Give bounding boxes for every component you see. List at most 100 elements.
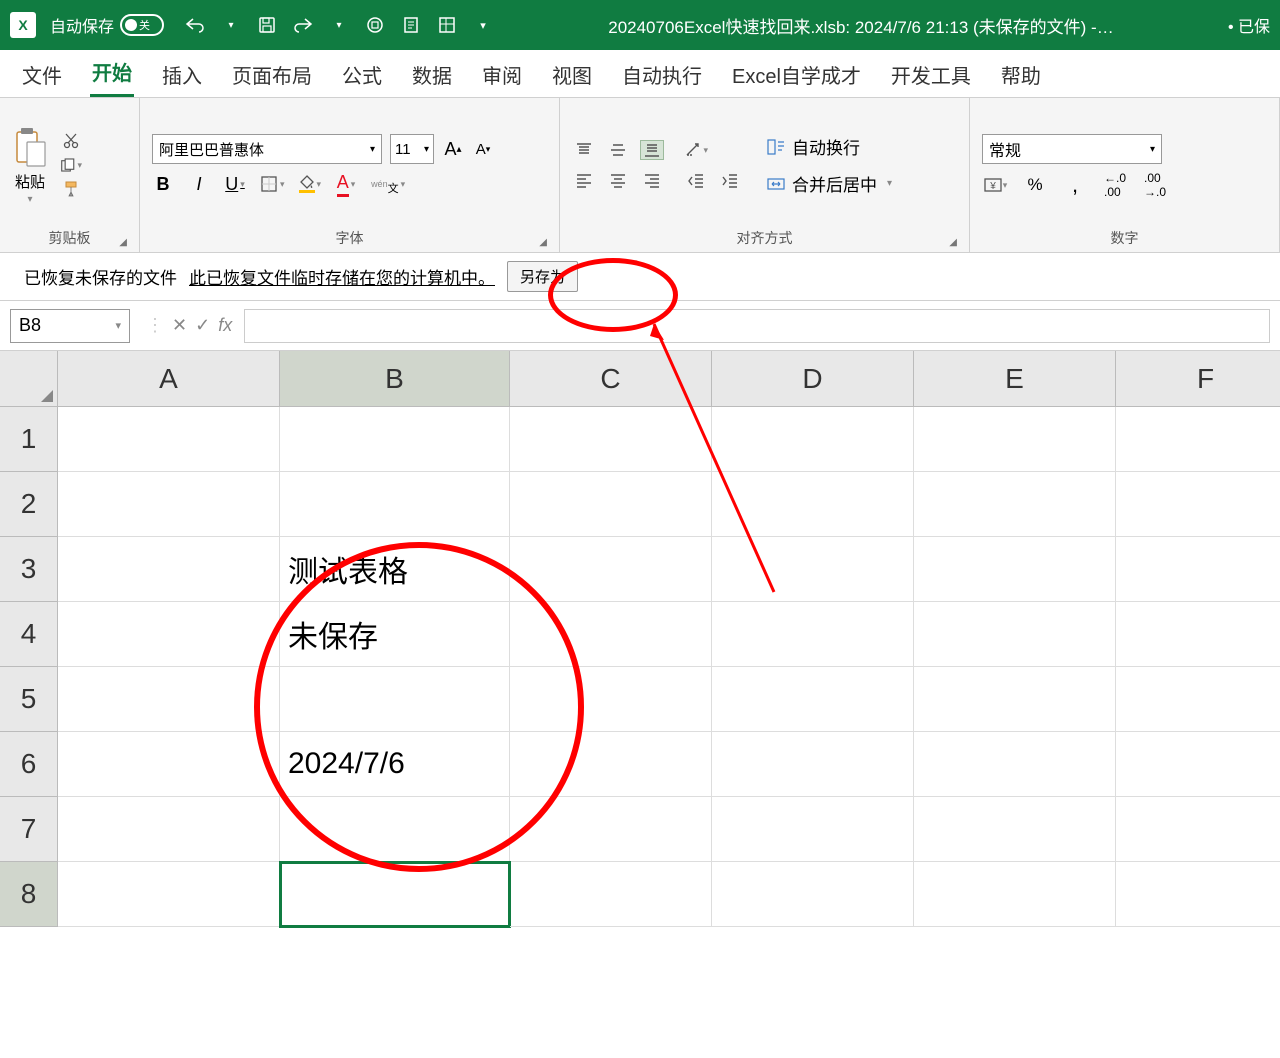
cell-f8[interactable] <box>1116 862 1280 927</box>
tab-automate[interactable]: 自动执行 <box>620 52 704 97</box>
cell-a3[interactable] <box>58 537 280 602</box>
tab-insert[interactable]: 插入 <box>160 52 204 97</box>
cell-d3[interactable] <box>712 537 914 602</box>
tab-data[interactable]: 数据 <box>410 52 454 97</box>
select-all-corner[interactable] <box>0 351 58 407</box>
tab-review[interactable]: 审阅 <box>480 52 524 97</box>
format-painter-button[interactable] <box>60 180 82 198</box>
align-bottom-button[interactable] <box>640 140 664 160</box>
cell-a5[interactable] <box>58 667 280 732</box>
row-header-2[interactable]: 2 <box>0 472 58 537</box>
fx-button[interactable]: fx <box>218 315 232 336</box>
cell-c1[interactable] <box>510 407 712 472</box>
decrease-indent-button[interactable] <box>684 170 708 190</box>
cell-e3[interactable] <box>914 537 1116 602</box>
cell-d1[interactable] <box>712 407 914 472</box>
border-button[interactable]: ▾ <box>260 172 285 196</box>
font-name-select[interactable]: 阿里巴巴普惠体▾ <box>152 134 382 164</box>
cell-d5[interactable] <box>712 667 914 732</box>
cell-c2[interactable] <box>510 472 712 537</box>
quick-print-button[interactable] <box>364 14 386 36</box>
cell-e8[interactable] <box>914 862 1116 927</box>
cell-a8[interactable] <box>58 862 280 927</box>
align-top-button[interactable] <box>572 140 596 160</box>
cell-b3[interactable]: 测试表格 <box>280 537 510 602</box>
row-header-5[interactable]: 5 <box>0 667 58 732</box>
accounting-format-button[interactable]: ¥▾ <box>982 174 1008 196</box>
cell-f7[interactable] <box>1116 797 1280 862</box>
row-header-3[interactable]: 3 <box>0 537 58 602</box>
toggle-switch[interactable]: 关 <box>120 14 164 36</box>
cell-a4[interactable] <box>58 602 280 667</box>
col-header-b[interactable]: B <box>280 351 510 407</box>
cell-e7[interactable] <box>914 797 1116 862</box>
cell-e5[interactable] <box>914 667 1116 732</box>
autosave-toggle[interactable]: 自动保存 关 <box>50 13 164 37</box>
row-header-8[interactable]: 8 <box>0 862 58 927</box>
cell-e2[interactable] <box>914 472 1116 537</box>
cell-d6[interactable] <box>712 732 914 797</box>
col-header-d[interactable]: D <box>712 351 914 407</box>
cell-c7[interactable] <box>510 797 712 862</box>
form-button[interactable] <box>436 14 458 36</box>
font-size-select[interactable]: 11▾ <box>390 134 434 164</box>
paste-button[interactable]: 粘贴 ▾ <box>12 125 48 205</box>
cell-f1[interactable] <box>1116 407 1280 472</box>
cell-c4[interactable] <box>510 602 712 667</box>
save-button[interactable] <box>256 14 278 36</box>
cell-d2[interactable] <box>712 472 914 537</box>
tab-help[interactable]: 帮助 <box>999 52 1043 97</box>
row-header-6[interactable]: 6 <box>0 732 58 797</box>
col-header-e[interactable]: E <box>914 351 1116 407</box>
cell-a7[interactable] <box>58 797 280 862</box>
cut-button[interactable] <box>60 132 82 150</box>
redo-dropdown[interactable]: ▾ <box>328 14 350 36</box>
cell-f5[interactable] <box>1116 667 1280 732</box>
copy-button[interactable]: ▾ <box>60 156 82 174</box>
cell-d8[interactable] <box>712 862 914 927</box>
col-header-f[interactable]: F <box>1116 351 1280 407</box>
align-right-button[interactable] <box>640 170 664 190</box>
cell-c6[interactable] <box>510 732 712 797</box>
increase-decimal-button[interactable]: ←.0.00 <box>1102 174 1128 196</box>
align-center-button[interactable] <box>606 170 630 190</box>
cell-f6[interactable] <box>1116 732 1280 797</box>
row-header-4[interactable]: 4 <box>0 602 58 667</box>
orientation-button[interactable]: ▾ <box>684 140 708 160</box>
cell-b4[interactable]: 未保存 <box>280 602 510 667</box>
cell-b1[interactable] <box>280 407 510 472</box>
cell-a1[interactable] <box>58 407 280 472</box>
bold-button[interactable]: B <box>152 172 174 196</box>
col-header-c[interactable]: C <box>510 351 712 407</box>
tab-file[interactable]: 文件 <box>20 52 64 97</box>
tab-page-layout[interactable]: 页面布局 <box>230 52 314 97</box>
decrease-font-button[interactable]: A▾ <box>472 137 494 161</box>
font-color-button[interactable]: A▾ <box>335 172 357 196</box>
tab-home[interactable]: 开始 <box>90 49 134 97</box>
align-left-button[interactable] <box>572 170 596 190</box>
undo-button[interactable] <box>184 14 206 36</box>
cell-b6[interactable]: 2024/7/6 <box>280 732 510 797</box>
cell-b8[interactable] <box>280 862 510 927</box>
tab-developer[interactable]: 开发工具 <box>889 52 973 97</box>
number-format-select[interactable]: 常规▾ <box>982 134 1162 164</box>
align-middle-button[interactable] <box>606 140 630 160</box>
print-preview-button[interactable] <box>400 14 422 36</box>
tab-formulas[interactable]: 公式 <box>340 52 384 97</box>
increase-indent-button[interactable] <box>718 170 742 190</box>
tab-custom[interactable]: Excel自学成才 <box>730 52 863 97</box>
tab-view[interactable]: 视图 <box>550 52 594 97</box>
cell-c5[interactable] <box>510 667 712 732</box>
row-header-7[interactable]: 7 <box>0 797 58 862</box>
fill-color-button[interactable]: ▾ <box>299 172 322 196</box>
cell-e4[interactable] <box>914 602 1116 667</box>
cell-c8[interactable] <box>510 862 712 927</box>
cell-b5[interactable] <box>280 667 510 732</box>
cell-e6[interactable] <box>914 732 1116 797</box>
cell-d7[interactable] <box>712 797 914 862</box>
enter-formula-button[interactable]: ✓ <box>195 315 210 336</box>
wrap-text-button[interactable]: 自动换行 <box>766 134 892 159</box>
cell-d4[interactable] <box>712 602 914 667</box>
cell-b2[interactable] <box>280 472 510 537</box>
merge-center-button[interactable]: 合并后居中▾ <box>766 171 892 196</box>
